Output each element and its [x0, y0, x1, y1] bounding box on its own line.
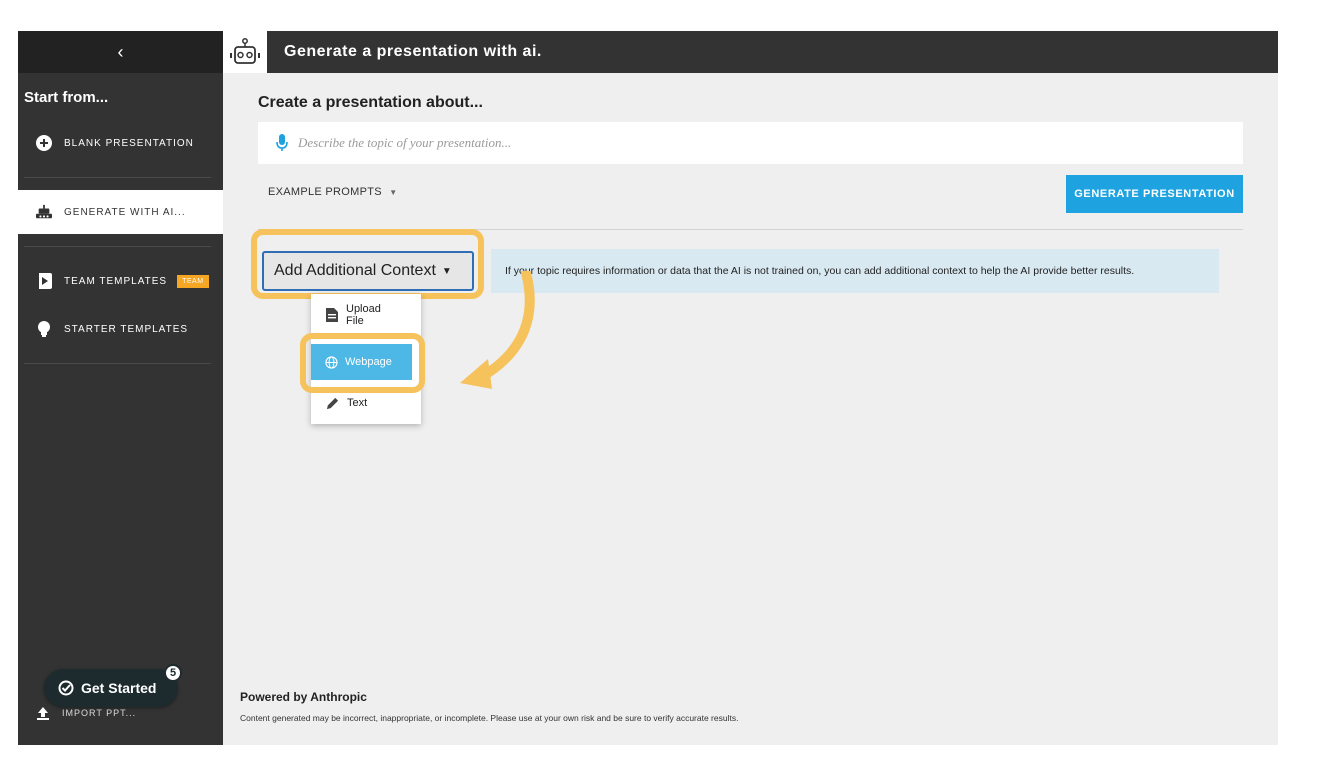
play-template-icon: [36, 273, 52, 289]
page-title: Generate a presentation with ai.: [284, 43, 542, 60]
prompt-box: [258, 122, 1243, 164]
menu-item-label: Upload File: [346, 303, 381, 327]
caret-down-icon: ▼: [389, 188, 398, 197]
back-button[interactable]: ‹: [18, 31, 223, 73]
robot-icon: [36, 204, 52, 220]
globe-icon: [325, 355, 338, 369]
get-started-count-badge: 5: [164, 664, 182, 682]
menu-item-label: Text: [347, 397, 368, 409]
sidebar-heading: Start from...: [24, 89, 109, 106]
import-ppt-button[interactable]: IMPORT PPT...: [36, 706, 136, 720]
menu-item-label: Webpage: [345, 356, 392, 368]
header-bar: Generate a presentation with ai.: [223, 31, 1278, 73]
get-started-label: Get Started: [81, 680, 157, 696]
sidebar-item-label: BLANK PRESENTATION: [64, 137, 194, 149]
pencil-icon: [326, 397, 339, 410]
caret-down-icon: ▼: [441, 265, 452, 277]
section-title: Create a presentation about...: [258, 94, 483, 111]
example-prompts-label: EXAMPLE PROMPTS: [268, 186, 382, 198]
sidebar-item-team-templates[interactable]: TEAM TEMPLATES TEAM: [18, 257, 223, 305]
chevron-left-icon: ‹: [117, 41, 124, 62]
sidebar: ‹ Start from... BLANK PRESENTATION GENER…: [18, 31, 223, 745]
sidebar-item-label: STARTER TEMPLATES: [64, 323, 189, 335]
topic-input[interactable]: [296, 134, 1200, 152]
menu-item-upload-file[interactable]: Upload File: [18, 303, 381, 327]
disclaimer-text: Content generated may be incorrect, inap…: [240, 713, 739, 723]
plus-circle-icon: [36, 135, 52, 151]
sidebar-item-label: GENERATE WITH AI...: [64, 206, 186, 218]
sidebar-item-generate-with-ai[interactable]: GENERATE WITH AI...: [18, 190, 223, 234]
menu-item-text[interactable]: Text: [18, 394, 367, 412]
powered-by-label: Powered by Anthropic: [240, 690, 367, 704]
context-info-box: If your topic requires information or da…: [491, 249, 1219, 293]
sidebar-item-label: TEAM TEMPLATES: [64, 275, 168, 287]
get-started-button[interactable]: Get Started: [44, 669, 178, 707]
example-prompts-dropdown[interactable]: EXAMPLE PROMPTS ▼: [268, 186, 398, 198]
add-context-label: Add Additional Context: [274, 262, 436, 279]
check-circle-icon: [58, 680, 74, 696]
divider: [24, 363, 211, 364]
microphone-icon[interactable]: [276, 134, 288, 152]
app-window: ‹ Start from... BLANK PRESENTATION GENER…: [18, 31, 1278, 745]
add-context-dropdown[interactable]: Add Additional Context ▼: [262, 251, 474, 291]
upload-icon: [36, 706, 50, 720]
import-label: IMPORT PPT...: [62, 708, 137, 718]
team-badge: TEAM: [177, 274, 209, 288]
context-info-text: If your topic requires information or da…: [505, 265, 1135, 277]
curved-arrow-annotation: [460, 271, 535, 389]
generate-presentation-button[interactable]: GENERATE PRESENTATION: [1066, 175, 1243, 213]
document-icon: [326, 308, 338, 322]
robot-icon: [223, 31, 267, 73]
menu-item-webpage[interactable]: Webpage: [311, 344, 412, 380]
sidebar-item-blank-presentation[interactable]: BLANK PRESENTATION: [18, 119, 223, 167]
